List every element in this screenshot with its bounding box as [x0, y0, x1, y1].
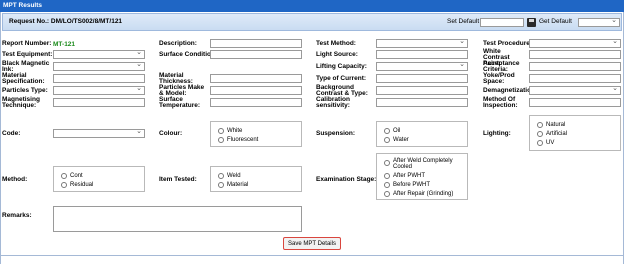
surface-temperature-input[interactable] [210, 98, 302, 107]
material-thickness-input[interactable] [210, 74, 302, 83]
set-default-label: Set Default [447, 18, 480, 25]
item-tested-weld-radio[interactable]: Weld [218, 172, 241, 180]
test-method-label: Test Method: [316, 40, 356, 47]
type-of-current-input[interactable] [376, 74, 468, 83]
window-title: MPT Results [3, 2, 43, 9]
description-label: Description: [159, 40, 197, 47]
examination-stage-label: Examination Stage: [316, 176, 377, 183]
black-magnetic-ink-select[interactable] [53, 60, 145, 71]
report-number-label: Report Number: [2, 40, 52, 47]
code-label: Code: [2, 130, 21, 137]
suspension-water-radio[interactable]: Water [384, 136, 409, 144]
lighting-label: Lighting: [483, 130, 511, 137]
request-bar: Request No.: DM/LO/TS002/8/MT/121 Set De… [2, 13, 622, 31]
lighting-natural-radio[interactable]: Natural [537, 121, 565, 129]
save-mpt-details-button[interactable]: Save MPT Details [283, 237, 341, 250]
item-tested-label: Item Tested: [159, 176, 197, 183]
lifting-capacity-select[interactable] [376, 60, 468, 71]
magnetising-technique-label: Magnetising Technique: [2, 96, 40, 109]
get-default-label: Get Default [539, 18, 572, 25]
background-contrast-type-input[interactable] [376, 86, 468, 95]
method-of-inspection-label: Method Of Inspection: [483, 96, 518, 109]
code-select[interactable] [53, 127, 145, 138]
type-of-current-label: Type of Current: [316, 75, 367, 82]
method-label: Method: [2, 176, 28, 183]
particles-type-select[interactable] [53, 84, 145, 95]
bottom-divider [0, 255, 624, 256]
window-titlebar: MPT Results [0, 0, 624, 12]
colour-label: Colour: [159, 130, 183, 137]
yoke-prod-space-label: Yoke/Prod Space: [483, 72, 515, 85]
surface-condition-label: Surface Condition: [159, 51, 218, 58]
colour-fluorescent-radio[interactable]: Fluorescent [218, 136, 258, 144]
method-residual-radio[interactable]: Residual [61, 181, 93, 189]
stage-after-repair-radio[interactable]: After Repair (Grinding) [384, 190, 453, 198]
get-default-select[interactable] [578, 16, 620, 27]
acceptance-criteria-input[interactable] [529, 62, 621, 71]
particles-make-model-input[interactable] [210, 86, 302, 95]
remarks-label: Remarks: [2, 212, 32, 219]
particles-type-label: Particles Type: [2, 87, 48, 94]
test-procedure-label: Test Procedure: [483, 40, 533, 47]
remarks-textarea[interactable] [53, 206, 302, 232]
method-group: Cont Residual [53, 166, 145, 192]
stage-after-weld-cooled-radio[interactable]: After Weld Completely Cooled [384, 158, 463, 172]
report-number-value: MT-121 [53, 41, 76, 48]
colour-white-radio[interactable]: White [218, 127, 242, 135]
surface-temperature-label: Surface Temperature: [159, 96, 201, 109]
lighting-artificial-radio[interactable]: Artificial [537, 130, 567, 138]
magnetising-technique-input[interactable] [53, 98, 145, 107]
colour-group: White Fluorescent [210, 121, 302, 147]
surface-condition-input[interactable] [210, 50, 302, 59]
stage-after-pwht-radio[interactable]: After PWHT [384, 172, 425, 180]
test-equipment-select[interactable] [53, 48, 145, 59]
lighting-uv-radio[interactable]: UV [537, 139, 554, 147]
test-method-select[interactable] [376, 37, 468, 48]
calibration-sensitivity-label: Calibration sensitivity: [316, 96, 350, 109]
suspension-label: Suspension: [316, 130, 356, 137]
light-source-input[interactable] [376, 50, 468, 59]
item-tested-material-radio[interactable]: Material [218, 181, 248, 189]
method-of-inspection-input[interactable] [529, 98, 621, 107]
examination-stage-group: After Weld Completely Cooled After PWHT … [376, 153, 468, 200]
lifting-capacity-label: Lifting Capacity: [316, 63, 367, 70]
light-source-label: Light Source: [316, 51, 358, 58]
test-equipment-label: Test Equipment: [2, 51, 53, 58]
window-border-left [0, 0, 1, 264]
demagnetization-select[interactable] [529, 84, 621, 95]
yoke-prod-space-input[interactable] [529, 74, 621, 83]
material-specification-label: Material Specification: [2, 72, 45, 85]
test-procedure-select[interactable] [529, 37, 621, 48]
lighting-group: Natural Artificial UV [529, 115, 621, 151]
item-tested-group: Weld Material [210, 166, 302, 192]
description-input[interactable] [210, 39, 302, 48]
request-number-label: Request No.: DM/LO/TS002/8/MT/121 [9, 18, 123, 25]
suspension-oil-radio[interactable]: Oil [384, 127, 400, 135]
white-contrast-paint-input[interactable] [529, 50, 621, 59]
calibration-sensitivity-input[interactable] [376, 98, 468, 107]
suspension-group: Oil Water [376, 121, 468, 147]
stage-before-pwht-radio[interactable]: Before PWHT [384, 181, 430, 189]
method-cont-radio[interactable]: Cont [61, 172, 83, 180]
set-default-input[interactable] [480, 18, 524, 27]
material-specification-input[interactable] [53, 74, 145, 83]
save-icon[interactable] [527, 18, 536, 27]
